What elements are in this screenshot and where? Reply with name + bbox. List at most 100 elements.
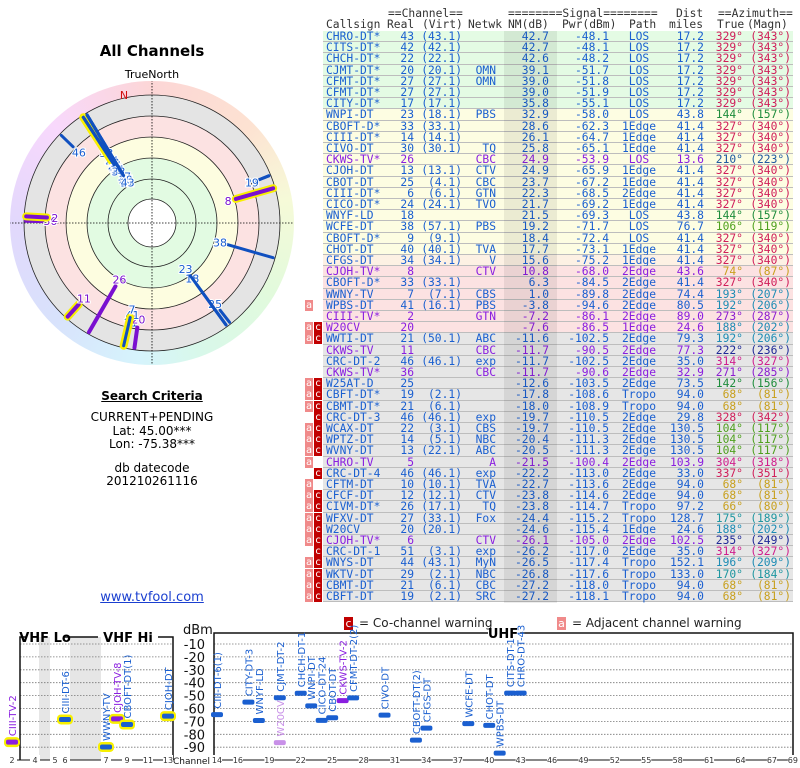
- signal-bar-label: CHRO-DT-43: [517, 625, 528, 687]
- vhf-x-tick: 4: [32, 756, 37, 765]
- adjacent-warning-badge: a: [305, 535, 313, 546]
- virtual-channel: (2.1): [427, 388, 462, 402]
- power-dbm: -117.4: [568, 556, 609, 570]
- network: SRC: [475, 590, 496, 603]
- azimuth-true: 104°: [715, 444, 743, 458]
- y-axis-label: dBm: [183, 623, 213, 638]
- co-channel-warning-badge: c: [314, 546, 322, 558]
- network: CBC: [475, 366, 496, 379]
- uhf-x-tick: 69: [788, 756, 798, 765]
- distance-miles: 76.7: [676, 220, 704, 234]
- real-channel: 23: [400, 108, 414, 122]
- vhf-hi-label: VHF Hi: [103, 631, 153, 646]
- virtual-channel: (57.1): [421, 220, 462, 234]
- y-tick-label: -90: [184, 741, 205, 756]
- adjacent-warning-badge: a: [305, 322, 313, 334]
- signal-bar: [336, 698, 349, 704]
- network: PBS: [475, 220, 496, 234]
- table-row[interactable]: WCFE-DT 38 (57.1) PBS 19.2 -71.7 LOS 76.7 106° (1…: [0, 220, 800, 234]
- azimuth-true: 329°: [715, 52, 743, 66]
- adjacent-warning-badge: a: [305, 389, 313, 401]
- distance-miles: 43.8: [676, 108, 704, 122]
- virtual-channel: (34.1): [421, 254, 462, 267]
- callsign: CHCH-DT*: [326, 52, 381, 66]
- adjacent-warning-badge: a: [305, 579, 313, 591]
- table-row[interactable]: a c WWTI-DT 21 (50.1) ABC -11.6 -102.5 2Edge 79.3…: [0, 332, 800, 346]
- adjacent-warning-badge: a: [305, 456, 313, 468]
- adjacent-warning-badge: a: [305, 378, 313, 390]
- azimuth-true: 106°: [715, 220, 743, 234]
- uhf-x-tick: 28: [358, 756, 368, 765]
- table-row[interactable]: CBOFT-D* 33 (33.1) 6.3 -84.5 2Edge 41.4 327° (34…: [0, 276, 800, 290]
- path-type: 2Edge: [621, 276, 656, 290]
- table-row[interactable]: a c CIVM-DT* 26 (17.1) TQ -23.8 -114.7 Tropo 97.2…: [0, 500, 800, 514]
- adjacent-warning-badge: a: [305, 333, 313, 345]
- network: TQ: [482, 500, 496, 514]
- signal-bar: [121, 721, 133, 727]
- table-row[interactable]: CJOH-DT 13 (13.1) CTV 24.9 -65.9 1Edge 41.4 327°…: [0, 164, 800, 178]
- table-row[interactable]: a c CBFT-DT* 19 (2.1) -17.8 -108.6 Tropo 94.0 68°…: [0, 388, 800, 402]
- azimuth-true: 144°: [715, 108, 743, 122]
- header-netwk: Netwk: [468, 18, 503, 31]
- co-channel-warning-badge: c: [314, 467, 322, 479]
- callsign: CIVM-DT*: [326, 500, 381, 514]
- co-channel-warning-badge: c: [314, 523, 322, 535]
- adjacent-warning-badge: a: [305, 591, 313, 602]
- distance-miles: 94.0: [676, 590, 704, 603]
- virtual-channel: (17.1): [421, 500, 462, 514]
- path-type: Tropo: [621, 556, 656, 570]
- signal-bar: [514, 690, 527, 696]
- co-channel-warning-badge: c: [314, 501, 322, 513]
- real-channel: 19: [400, 590, 414, 603]
- virtual-channel: (18.1): [421, 108, 462, 122]
- table-row[interactable]: a c WNYS-DT 44 (43.1) MyN -26.5 -117.4 Tropo 152.…: [0, 556, 800, 570]
- callsign: WVNY-DT: [326, 444, 374, 458]
- vhf-gap-band: [39, 637, 50, 760]
- co-channel-warning-badge: c: [314, 378, 322, 390]
- real-channel: 21: [400, 332, 414, 346]
- virtual-channel: (50.1): [421, 332, 462, 346]
- signal-bar-label: CFMT-DT-2(2): [349, 625, 360, 692]
- table-row[interactable]: WNPI-DT 23 (18.1) PBS 32.9 -58.0 LOS 43.8 144° (1…: [0, 108, 800, 122]
- uhf-x-tick: 55: [641, 756, 651, 765]
- vhf-x-tick: 9: [124, 756, 129, 765]
- azimuth-true: 327°: [715, 164, 743, 178]
- vhf-lo-label: VHF Lo: [19, 631, 71, 646]
- uhf-x-tick: 16: [233, 756, 243, 765]
- distance-miles: 79.3: [676, 332, 704, 346]
- network: ABC: [475, 444, 496, 458]
- signal-bar-label: CIII-DT-6: [61, 671, 72, 713]
- power-dbm: -58.0: [574, 108, 609, 122]
- distance-miles: 41.4: [676, 164, 704, 178]
- uhf-x-tick: 37: [453, 756, 463, 765]
- co-channel-warning-badge: c: [314, 423, 322, 434]
- virtual-channel: (43.1): [421, 556, 462, 570]
- signal-bar-label: CITS-DT-1: [506, 638, 517, 687]
- virtual-channel: (16.1): [421, 298, 462, 312]
- vhf-frame: [19, 636, 26, 760]
- co-channel-warning-badge: c: [314, 568, 322, 580]
- azimuth-true: 68°: [722, 590, 743, 603]
- co-channel-warning-badge: c: [314, 322, 322, 334]
- signal-bar-label: CIII-DT-6(1): [213, 652, 224, 709]
- table-row[interactable]: a c CBFT-DT 19 (2.1) SRC -27.2 -118.1 Tropo 94.0 6…: [0, 591, 800, 602]
- signal-bar-label: CBOFT-DT(1): [123, 655, 134, 719]
- azimuth-magnetic: (340°): [750, 276, 791, 290]
- table-row[interactable]: a c WVNY-DT 13 (22.1) ABC -20.5 -111.3 2Edge 130.…: [0, 444, 800, 458]
- signal-bar: [100, 744, 112, 750]
- adjacent-warning-badge: a: [305, 490, 313, 502]
- signal-bar: [409, 737, 422, 743]
- uhf-x-tick: 22: [296, 756, 306, 765]
- virtual-channel: (2.1): [427, 590, 462, 603]
- co-channel-warning-badge: c: [314, 411, 322, 423]
- table-row[interactable]: CHCH-DT* 22 (22.1) 42.6 -48.2 LOS 17.2 329° (343…: [0, 52, 800, 66]
- network: TVO: [475, 198, 496, 211]
- signal-bar: [294, 690, 307, 696]
- adjacent-warning-badge: a: [305, 512, 313, 524]
- real-channel: 44: [400, 556, 414, 570]
- uhf-x-tick: 25: [327, 756, 337, 765]
- uhf-x-tick: 46: [547, 756, 557, 765]
- signal-bar: [305, 703, 318, 709]
- vhf-x-tick: 13: [163, 756, 173, 765]
- network: CTV: [475, 164, 496, 178]
